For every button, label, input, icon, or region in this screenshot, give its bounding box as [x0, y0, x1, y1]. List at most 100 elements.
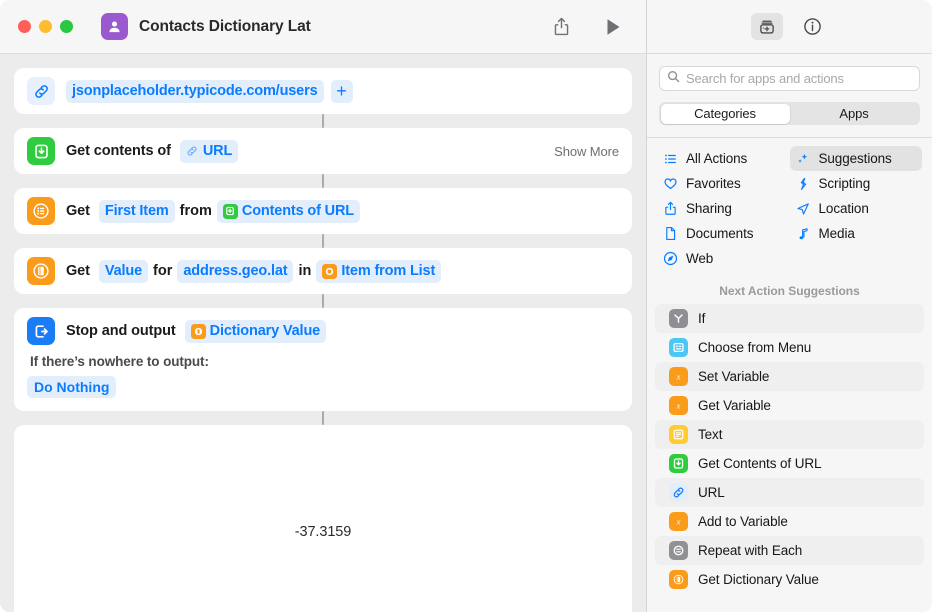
sidebar-item-label: All Actions [686, 151, 748, 166]
document-icon [662, 226, 679, 241]
shortcuts-window: Contacts Dictionary Lat jsonplaceholder.… [0, 0, 932, 612]
list-item-label: Add to Variable [698, 514, 788, 529]
sidebar-item-favorites[interactable]: Favorites [657, 171, 790, 196]
list-item[interactable]: Text [655, 420, 924, 449]
list-item[interactable]: Get Dictionary Value [655, 565, 924, 594]
list-icon [322, 263, 338, 279]
sidebar-item-suggestions[interactable]: Suggestions [789, 146, 922, 171]
segmented-control-container: Categories Apps [647, 91, 932, 125]
list-item[interactable]: URL [655, 478, 924, 507]
result-panel: -37.3159 [14, 425, 632, 612]
traffic-lights [18, 20, 73, 33]
action-card-get-item-from-list[interactable]: Get First Item from Contents of URL [14, 188, 632, 234]
stop-output-icon [27, 317, 55, 345]
suggestions-header: Next Action Suggestions [719, 284, 860, 298]
result-value: -37.3159 [294, 524, 352, 540]
list-item-label: Repeat with Each [698, 543, 803, 558]
variable-icon: x [669, 512, 688, 531]
connector-line [321, 114, 325, 128]
token-label: Contents of URL [241, 203, 354, 219]
list-item-label: Choose from Menu [698, 340, 812, 355]
share-icon[interactable] [544, 12, 578, 42]
sidebar-item-label: Sharing [686, 201, 732, 216]
sidebar-item-label: Documents [686, 226, 754, 241]
dictionary-icon [27, 257, 55, 285]
show-more-button[interactable]: Show More [554, 144, 619, 159]
action-library-pane: Search for apps and actions Categories A… [646, 0, 932, 612]
search-input[interactable]: Search for apps and actions [659, 66, 920, 91]
sidebar-item-label: Location [818, 201, 869, 216]
location-icon [795, 202, 812, 216]
sidebar-item-label: Web [686, 251, 714, 266]
tab-apps[interactable]: Apps [790, 104, 919, 124]
sidebar-item-label: Suggestions [818, 151, 892, 166]
connector-line [321, 234, 325, 248]
safari-icon [662, 251, 679, 266]
do-nothing-token[interactable]: Do Nothing [27, 376, 117, 398]
suggestions-list: If Choose from Menu x Set Variable x Get… [647, 304, 932, 612]
list-item-label: Get Dictionary Value [698, 572, 819, 587]
list-bullet-icon [662, 152, 679, 166]
sidebar-item-web[interactable]: Web [657, 246, 790, 271]
connector-line [321, 411, 325, 425]
action-card-get-dictionary-value[interactable]: Get Value for address.geo.lat in Item fr… [14, 248, 632, 294]
list-item-label: Get Variable [698, 398, 771, 413]
first-item-token[interactable]: First Item [98, 199, 175, 223]
dictionary-value-token[interactable]: Dictionary Value [184, 319, 327, 343]
minimize-button[interactable] [39, 20, 52, 33]
zoom-button[interactable] [60, 20, 73, 33]
download-icon [27, 137, 55, 165]
close-button[interactable] [18, 20, 31, 33]
play-icon[interactable] [596, 12, 630, 42]
scripting-icon [795, 177, 812, 191]
list-item[interactable]: Repeat with Each [655, 536, 924, 565]
url-value-token[interactable]: jsonplaceholder.typicode.com/users [66, 79, 324, 103]
action-word-get: Get [66, 203, 90, 219]
connector-line [321, 174, 325, 188]
action-card-url[interactable]: jsonplaceholder.typicode.com/users + [14, 68, 632, 114]
repeat-icon [669, 541, 688, 560]
action-card-stop-and-output[interactable]: Stop and output Dictionary Value If ther… [14, 308, 632, 411]
action-library-icon[interactable] [750, 13, 783, 40]
url-token[interactable]: URL [179, 139, 239, 163]
list-item[interactable]: If [655, 304, 924, 333]
token-label: Dictionary Value [209, 323, 321, 339]
action-word-from: from [179, 203, 212, 219]
sidebar-item-label: Media [818, 226, 855, 241]
editor-pane: Contacts Dictionary Lat jsonplaceholder.… [0, 0, 646, 612]
item-from-list-token[interactable]: Item from List [316, 259, 442, 283]
list-item[interactable]: Choose from Menu [655, 333, 924, 362]
sidebar-item-all-actions[interactable]: All Actions [657, 146, 790, 171]
dictionary-key-token[interactable]: address.geo.lat [177, 259, 294, 283]
sidebar-item-media[interactable]: Media [790, 221, 923, 246]
segmented-control[interactable]: Categories Apps [659, 102, 920, 125]
action-word-get: Get [66, 263, 90, 279]
sidebar-item-documents[interactable]: Documents [657, 221, 790, 246]
sidebar-item-scripting[interactable]: Scripting [790, 171, 923, 196]
sidebar-item-location[interactable]: Location [790, 196, 923, 221]
menu-icon [669, 338, 688, 357]
tab-categories[interactable]: Categories [660, 103, 790, 124]
token-label: Item from List [341, 263, 436, 279]
list-item[interactable]: Get Contents of URL [655, 449, 924, 478]
nowhere-to-output-label: If there’s nowhere to output: [30, 354, 209, 369]
variable-icon: x [669, 396, 688, 415]
if-icon [669, 309, 688, 328]
list-item-label: Get Contents of URL [698, 456, 822, 471]
link-icon [186, 144, 199, 159]
info-icon[interactable] [797, 13, 829, 40]
add-url-button[interactable]: + [330, 79, 353, 103]
action-card-get-contents-of-url[interactable]: Get contents of URL Show More [14, 128, 632, 174]
sidebar-item-sharing[interactable]: Sharing [657, 196, 790, 221]
search-placeholder: Search for apps and actions [686, 71, 844, 86]
category-grid: All Actions Suggestions Favorites Script… [647, 138, 932, 271]
search-container: Search for apps and actions [647, 54, 932, 91]
list-item[interactable]: x Set Variable [655, 362, 924, 391]
link-icon [669, 483, 688, 502]
list-item[interactable]: x Get Variable [655, 391, 924, 420]
list-item[interactable]: x Add to Variable [655, 507, 924, 536]
contents-of-url-token[interactable]: Contents of URL [216, 199, 360, 223]
list-item-label: Text [698, 427, 723, 442]
value-token[interactable]: Value [98, 259, 149, 283]
contacts-icon [101, 13, 128, 40]
